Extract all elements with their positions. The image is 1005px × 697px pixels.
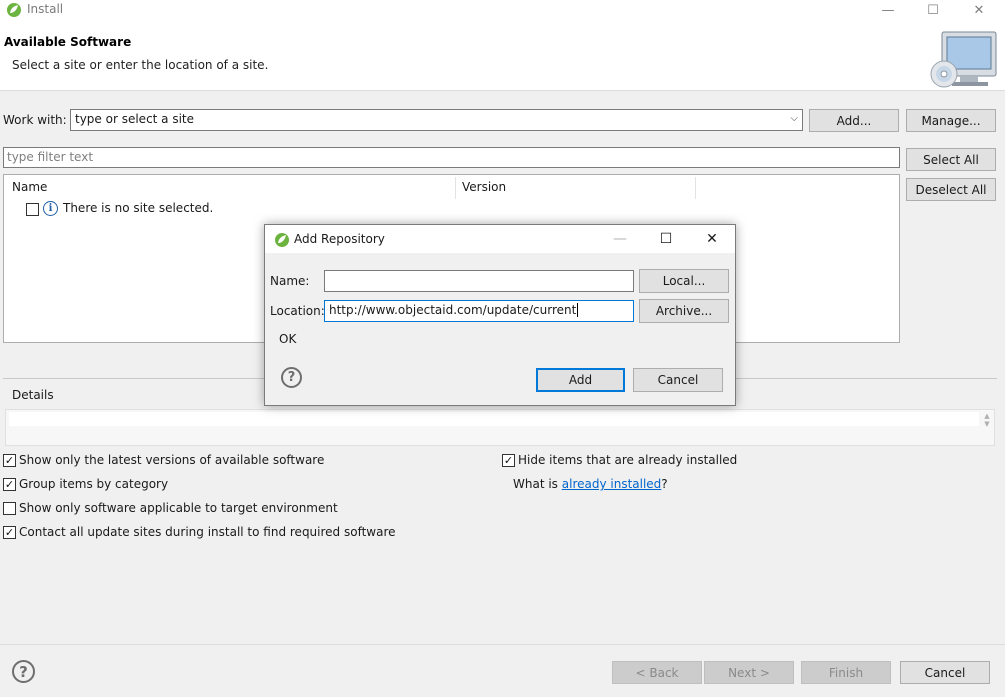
install-banner-icon [930, 31, 997, 88]
dialog-cancel-button[interactable]: Cancel [633, 368, 723, 392]
target-environment-checkbox[interactable] [3, 502, 16, 515]
eclipse-spring-icon [7, 3, 21, 17]
footer-separator [0, 644, 1005, 645]
filter-placeholder: type filter text [7, 150, 94, 164]
page-title: Available Software [4, 35, 132, 49]
cancel-button[interactable]: Cancel [900, 661, 990, 684]
finish-button[interactable]: Finish [801, 661, 891, 684]
hide-installed-checkbox[interactable]: ✓ [502, 454, 515, 467]
archive-button[interactable]: Archive... [639, 299, 729, 323]
name-label: Name: [270, 274, 310, 288]
latest-versions-checkbox[interactable]: ✓ [3, 454, 16, 467]
select-all-button[interactable]: Select All [906, 148, 996, 171]
details-scrollbar[interactable]: ▲ ▼ [982, 412, 992, 442]
manage-sites-button[interactable]: Manage... [906, 109, 996, 132]
dialog-title: Add Repository [294, 232, 385, 246]
minimize-icon[interactable]: — [865, 0, 911, 20]
deselect-all-button[interactable]: Deselect All [906, 178, 996, 201]
dialog-title-bar: Add Repository — ☐ ✕ [265, 225, 735, 253]
add-button[interactable]: Add [536, 368, 625, 392]
column-header-version[interactable]: Version [462, 180, 506, 194]
contact-update-sites-label[interactable]: Contact all update sites during install … [19, 525, 396, 539]
group-by-category-checkbox[interactable]: ✓ [3, 478, 16, 491]
status-message: OK [279, 332, 297, 346]
next-button[interactable]: Next > [704, 661, 794, 684]
filter-input[interactable]: type filter text [3, 147, 900, 168]
maximize-icon[interactable]: ☐ [651, 229, 681, 249]
location-field[interactable]: http://www.objectaid.com/update/current [324, 300, 634, 322]
page-subtitle: Select a site or enter the location of a… [12, 58, 269, 72]
minimize-icon[interactable]: — [605, 229, 635, 249]
eclipse-spring-icon [275, 233, 289, 247]
details-text [9, 412, 979, 426]
help-icon[interactable]: ? [281, 367, 302, 388]
work-with-label: Work with: [3, 113, 67, 127]
work-with-value: type or select a site [75, 112, 195, 126]
location-label: Location: [270, 304, 325, 318]
back-button[interactable]: < Back [612, 661, 702, 684]
column-divider [695, 177, 696, 199]
details-area: ▲ ▼ [5, 409, 995, 446]
column-header-name[interactable]: Name [12, 180, 47, 194]
hide-installed-label[interactable]: Hide items that are already installed [518, 453, 737, 467]
window-title: Install [27, 2, 64, 16]
location-value: http://www.objectaid.com/update/current [329, 303, 577, 317]
latest-versions-label[interactable]: Show only the latest versions of availab… [19, 453, 324, 467]
contact-update-sites-checkbox[interactable]: ✓ [3, 526, 16, 539]
column-divider [455, 177, 456, 199]
name-field[interactable] [324, 270, 634, 292]
close-icon[interactable]: ✕ [697, 229, 727, 249]
what-is-suffix: ? [661, 477, 668, 491]
info-icon: i [43, 201, 58, 216]
already-installed-link[interactable]: already installed [562, 477, 662, 491]
wizard-header: Available Software Select a site or ente… [0, 20, 1005, 91]
maximize-icon[interactable]: ☐ [910, 0, 956, 20]
group-by-category-label[interactable]: Group items by category [19, 477, 168, 491]
what-is-installed-text: What is already installed? [513, 477, 668, 491]
close-icon[interactable]: ✕ [956, 0, 1002, 20]
local-button[interactable]: Local... [639, 269, 729, 293]
target-environment-label[interactable]: Show only software applicable to target … [19, 501, 338, 515]
window-title-bar: Install — ☐ ✕ [0, 0, 1005, 20]
dropdown-arrow-icon[interactable]: ⌵ [790, 113, 798, 124]
work-with-combo[interactable]: type or select a site ⌵ [70, 109, 803, 131]
no-site-message: There is no site selected. [63, 201, 214, 215]
add-site-button[interactable]: Add... [809, 109, 899, 132]
what-is-prefix: What is [513, 477, 562, 491]
tree-item-checkbox[interactable] [26, 203, 39, 216]
help-icon[interactable]: ? [12, 660, 35, 683]
text-cursor [577, 303, 579, 317]
details-label: Details [12, 388, 54, 402]
add-repository-dialog: Add Repository — ☐ ✕ Name: Local... Loca… [264, 224, 736, 406]
